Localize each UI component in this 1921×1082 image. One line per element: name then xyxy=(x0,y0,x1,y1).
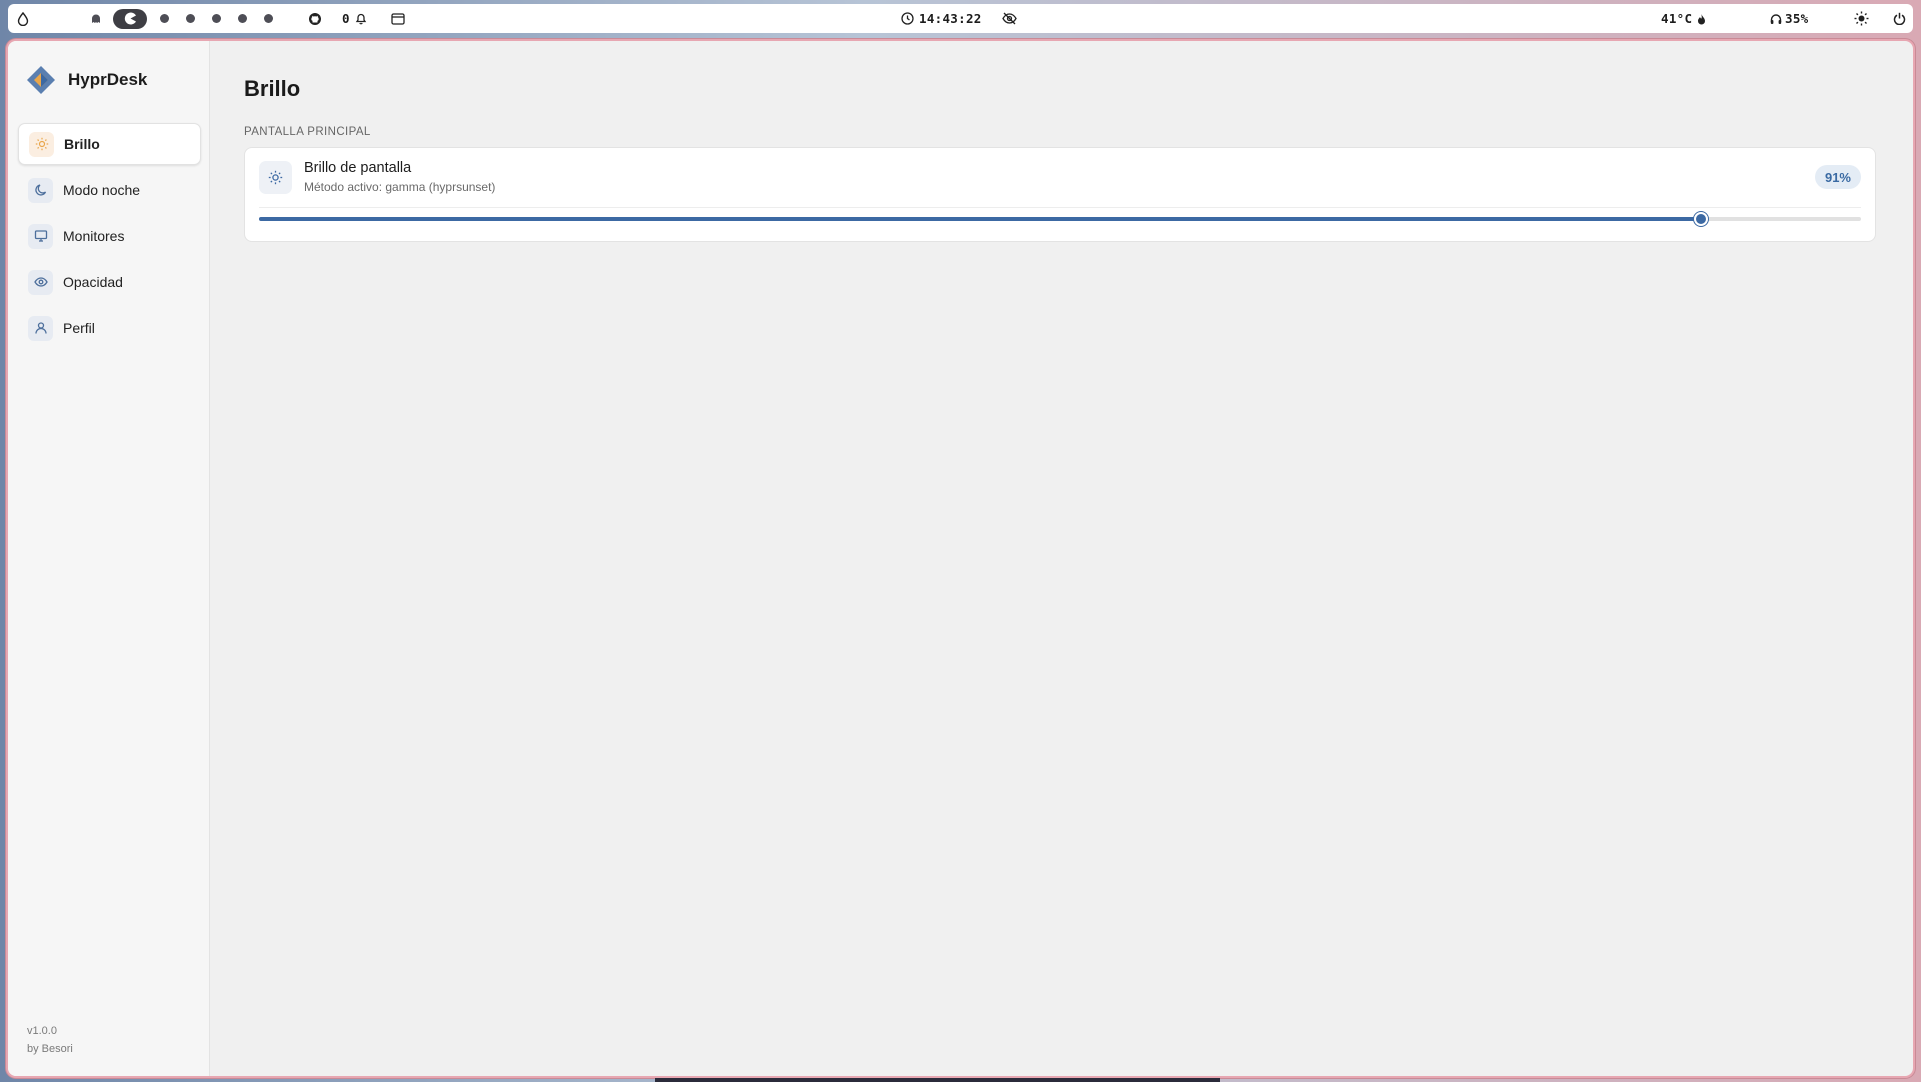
brightness-method: Método activo: gamma (hyprsunset) xyxy=(304,180,496,194)
sun-icon xyxy=(259,161,292,194)
flame-icon xyxy=(1698,13,1706,24)
divider xyxy=(259,207,1861,208)
workspace-6-button[interactable] xyxy=(229,10,255,28)
sidebar-item-label: Perfil xyxy=(63,320,95,336)
workspace-1-button[interactable] xyxy=(83,10,109,28)
github-icon[interactable] xyxy=(308,4,322,33)
workspace-3-button[interactable] xyxy=(151,10,177,28)
power-icon[interactable] xyxy=(1893,4,1906,33)
workspace-active-button[interactable] xyxy=(113,8,147,29)
volume-value: 35% xyxy=(1785,11,1809,26)
notification-count: 0 xyxy=(342,11,350,26)
brightness-title: Brillo de pantalla xyxy=(304,160,412,176)
app-name: HyprDesk xyxy=(68,70,148,89)
sidebar-item-label: Opacidad xyxy=(63,274,123,290)
workspace-switcher xyxy=(83,4,281,33)
sidebar-nav: Brillo Modo noche Monitores Opacidad Per… xyxy=(18,123,201,353)
monitor-icon xyxy=(28,223,53,249)
moon-icon xyxy=(28,177,53,203)
brightness-slider[interactable] xyxy=(259,211,1861,227)
brightness-card: Brillo de pantalla Método activo: gamma … xyxy=(244,147,1876,242)
window-icon[interactable] xyxy=(391,4,405,33)
water-drop-icon[interactable] xyxy=(17,4,29,33)
section-label: PANTALLA PRINCIPAL xyxy=(244,126,371,138)
taskbar-strip xyxy=(655,1078,1220,1082)
workspace-4-button[interactable] xyxy=(177,10,203,28)
sidebar-item-monitores[interactable]: Monitores xyxy=(18,215,201,257)
clock-icon xyxy=(901,12,914,25)
app-version: v1.0.0 xyxy=(27,1025,57,1037)
temperature-value: 41°C xyxy=(1661,11,1693,26)
sun-icon[interactable] xyxy=(1854,4,1869,33)
sun-icon xyxy=(29,131,54,157)
sidebar: HyprDesk Brillo Modo noche Monitores Opa… xyxy=(8,41,210,1076)
top-bar: 0 14:43:22 41°C 35% xyxy=(8,4,1913,33)
sidebar-item-label: Monitores xyxy=(63,228,125,244)
workspace-5-button[interactable] xyxy=(203,10,229,28)
sidebar-item-opacidad[interactable]: Opacidad xyxy=(18,261,201,303)
page-title: Brillo xyxy=(244,76,301,101)
headphones-icon xyxy=(1770,13,1782,24)
slider-fill xyxy=(259,217,1701,221)
clock-time: 14:43:22 xyxy=(919,11,982,26)
user-icon xyxy=(28,315,53,341)
eye-icon xyxy=(28,269,53,295)
volume[interactable]: 35% xyxy=(1770,4,1808,33)
sidebar-footer: v1.0.0 by Besori xyxy=(27,1022,73,1058)
app-author: by Besori xyxy=(27,1043,73,1055)
sidebar-item-label: Brillo xyxy=(64,136,100,152)
brand: HyprDesk xyxy=(24,63,147,97)
brightness-value-badge: 91% xyxy=(1814,165,1861,189)
workspace-7-button[interactable] xyxy=(255,10,281,28)
eye-off-icon[interactable] xyxy=(1002,4,1017,33)
sidebar-item-brillo[interactable]: Brillo xyxy=(18,123,201,165)
sidebar-item-modo-noche[interactable]: Modo noche xyxy=(18,169,201,211)
notifications[interactable]: 0 xyxy=(342,4,367,33)
slider-thumb[interactable] xyxy=(1693,212,1708,226)
pacman-icon xyxy=(124,12,136,25)
ghost-icon xyxy=(92,14,100,23)
sidebar-item-label: Modo noche xyxy=(63,182,141,198)
app-logo-icon xyxy=(27,66,55,94)
bell-icon xyxy=(355,13,367,25)
sidebar-item-perfil[interactable]: Perfil xyxy=(18,307,201,349)
temperature[interactable]: 41°C xyxy=(1661,4,1706,33)
clock[interactable]: 14:43:22 xyxy=(901,4,982,33)
app-window: HyprDesk Brillo Modo noche Monitores Opa… xyxy=(8,41,1913,1076)
main-content: Brillo PANTALLA PRINCIPAL Brillo de pant… xyxy=(210,41,1913,1076)
